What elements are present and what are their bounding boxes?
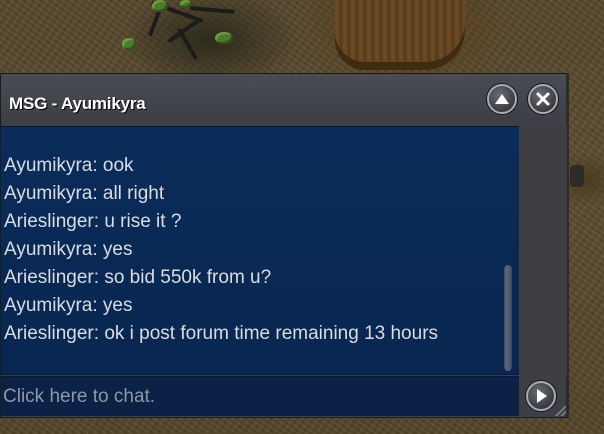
message-window[interactable]: MSG - Ayumikyra Ayumikyra: ook Ayumikyra… <box>0 73 569 418</box>
twig <box>189 6 236 14</box>
scrollbar-thumb[interactable] <box>505 265 511 371</box>
window-side-panel <box>519 126 567 375</box>
chat-message: Ayumikyra: ook <box>4 155 134 176</box>
chat-message: Ayumikyra: yes <box>4 295 133 316</box>
bush <box>180 0 192 8</box>
twig <box>177 27 198 61</box>
tree-stump <box>335 0 465 70</box>
chat-message: Ayumikyra: all right <box>4 183 165 204</box>
chat-scrollbar[interactable] <box>504 265 512 371</box>
rock <box>570 165 584 187</box>
resize-grip[interactable] <box>554 406 566 416</box>
window-title: MSG - Ayumikyra <box>9 94 146 113</box>
chat-input[interactable] <box>1 377 519 416</box>
bush <box>122 38 136 50</box>
chat-input-bar[interactable] <box>1 376 519 416</box>
minimize-button[interactable] <box>487 84 517 114</box>
play-arrow-icon <box>537 389 547 403</box>
chevron-up-icon <box>495 94 509 104</box>
window-title-bar[interactable]: MSG - Ayumikyra <box>1 74 566 124</box>
close-icon <box>536 92 550 106</box>
close-button[interactable] <box>528 84 558 114</box>
send-button[interactable] <box>526 381 556 411</box>
chat-lines: Ayumikyra: ook Ayumikyra: all right Arie… <box>4 152 499 348</box>
chat-message: Arieslinger: so bid 550k from u? <box>4 267 272 288</box>
chat-log[interactable]: Ayumikyra: ook Ayumikyra: all right Arie… <box>1 126 519 375</box>
chat-message: Arieslinger: u rise it ? <box>4 211 182 232</box>
bush <box>152 0 168 12</box>
chat-message: Arieslinger: ok i post forum time remain… <box>4 323 439 344</box>
chat-message: Ayumikyra: yes <box>4 239 133 260</box>
bush <box>215 32 233 44</box>
